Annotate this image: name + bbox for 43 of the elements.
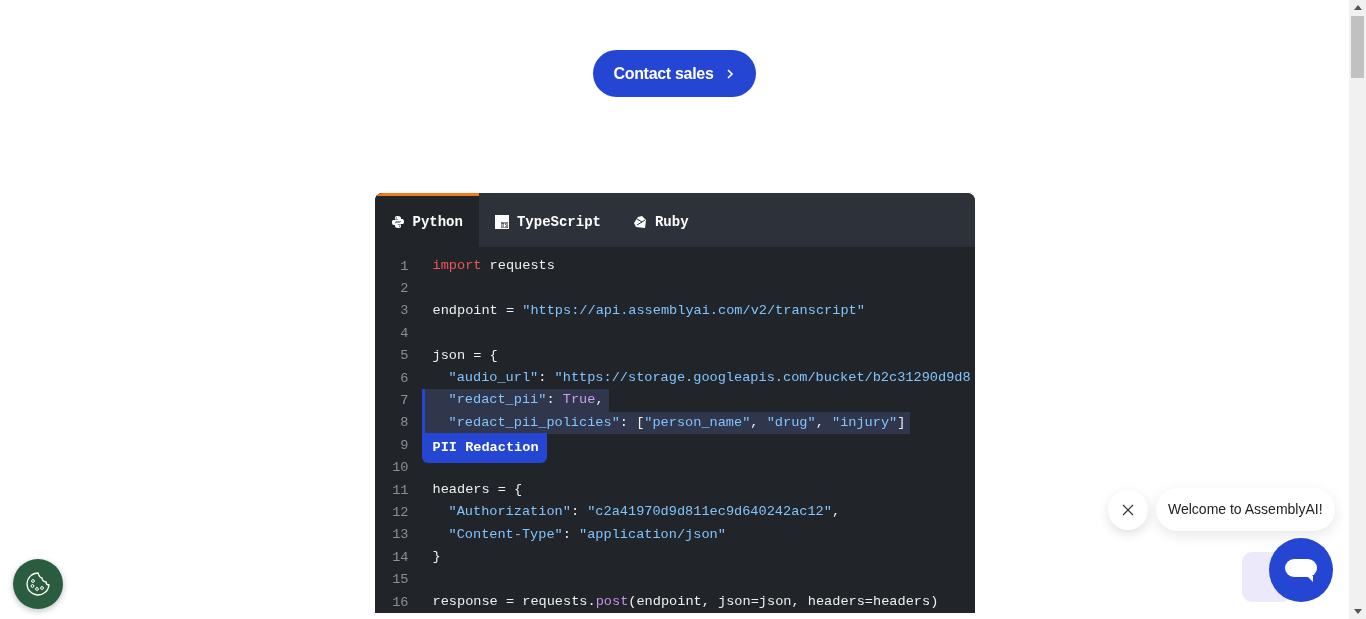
scrollbar[interactable] — [1349, 0, 1366, 619]
python-icon — [390, 214, 405, 229]
line-number: 13 — [391, 527, 409, 543]
chat-bubble-icon — [1285, 557, 1317, 583]
line-number: 14 — [391, 549, 409, 565]
line-number: 1 — [399, 258, 409, 274]
line-number: 11 — [391, 482, 409, 498]
line-number: 10 — [391, 460, 409, 476]
scrollbar-thumb[interactable] — [1351, 16, 1364, 78]
line-number: 16 — [391, 594, 409, 610]
code-line: "Authorization": "c2a41970d9d811ec9d640242ac12", — [447, 503, 842, 522]
contact-sales-button[interactable]: Contact sales — [593, 50, 756, 97]
line-number: 12 — [391, 505, 409, 520]
code-line: } — [431, 548, 442, 567]
close-icon — [1122, 503, 1134, 516]
language-tab[interactable]: Ruby — [616, 193, 705, 247]
language-tab[interactable]: Python — [374, 193, 479, 247]
line-number: 15 — [391, 572, 409, 588]
code-line: json = { — [431, 346, 499, 365]
line-number: 2 — [399, 281, 409, 297]
line-number: 6 — [399, 370, 409, 386]
chevron-right-icon — [725, 67, 734, 80]
code-line: "Content-Type": "application/json" — [447, 525, 727, 544]
gem-icon — [632, 214, 647, 229]
chat-message: Welcome to AssemblyAI! — [1156, 488, 1335, 531]
language-tab[interactable]: TypeScript — [478, 193, 617, 247]
code-line: response = requests.post(endpoint, json=json, headers=headers) — [431, 592, 940, 611]
annotation-label: PII Redaction — [421, 433, 547, 464]
line-number: 9 — [399, 437, 409, 453]
line-number: 7 — [399, 393, 409, 409]
line-number: 5 — [399, 348, 409, 364]
scroll-down-icon[interactable] — [1353, 609, 1362, 614]
line-number: 3 — [399, 303, 409, 319]
code-line: import requests — [431, 257, 556, 275]
code-line: headers = { — [431, 480, 524, 499]
ts-logo-icon — [494, 214, 509, 229]
code-line: "audio_url": "https://storage.googleapis.com/bucket/b2c31290d9d8 — [447, 368, 972, 387]
code-line: endpoint = "https://api.assemblyai.com/v2/transcript" — [431, 301, 866, 320]
cookie-settings-button[interactable] — [13, 559, 63, 609]
scroll-up-icon[interactable] — [1353, 5, 1362, 10]
line-number: 8 — [399, 415, 409, 431]
line-number: 4 — [399, 325, 409, 341]
cookie-icon — [25, 571, 51, 597]
